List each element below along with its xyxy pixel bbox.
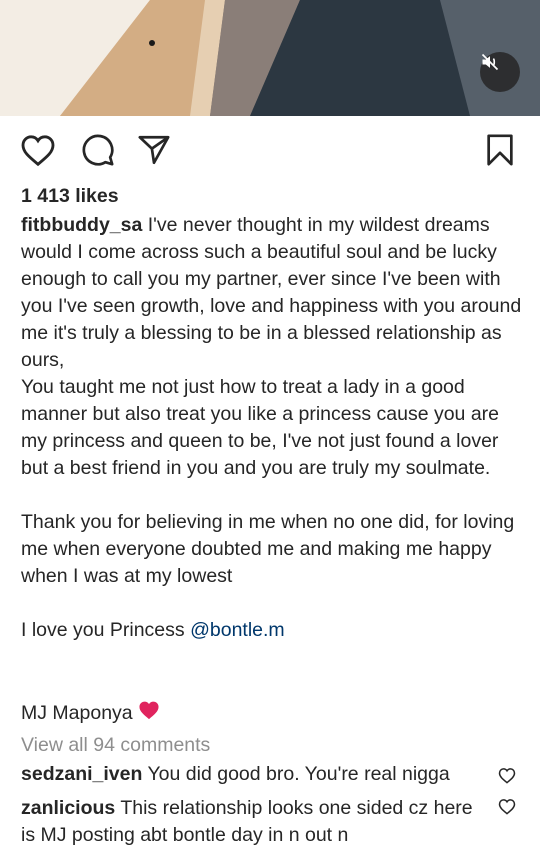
comment-like-button[interactable] bbox=[497, 765, 517, 785]
caption-text: I love you Princess bbox=[21, 619, 191, 641]
caption-text: I've never thought in my wildest dreams … bbox=[21, 214, 522, 371]
caption-username[interactable]: fitbbuddy_sa bbox=[21, 214, 142, 236]
caption-signature: MJ Maponya bbox=[21, 700, 161, 726]
signature-text: MJ Maponya bbox=[21, 701, 133, 724]
heart-outline-icon bbox=[498, 767, 516, 784]
bookmark-icon bbox=[487, 134, 513, 166]
speaker-muted-icon bbox=[481, 53, 499, 71]
caption-paragraph: You taught me not just how to treat a la… bbox=[21, 376, 500, 479]
red-heart-emoji-icon bbox=[137, 700, 161, 726]
post-caption: fitbbuddy_sa I've never thought in my wi… bbox=[21, 212, 526, 644]
likes-count[interactable]: 1 413 likes bbox=[21, 185, 119, 208]
video-frame bbox=[0, 0, 540, 116]
caption-paragraph: I love you Princess @bontle.m bbox=[21, 617, 526, 644]
comment-item: sedzani_iven You did good bro. You're re… bbox=[21, 761, 491, 788]
like-button[interactable] bbox=[18, 130, 58, 170]
comment-item: zanlicious This relationship looks one s… bbox=[21, 795, 491, 849]
view-all-comments-link[interactable]: View all 94 comments bbox=[21, 734, 210, 757]
share-button[interactable] bbox=[134, 130, 174, 170]
comment-like-button[interactable] bbox=[497, 796, 517, 816]
save-button[interactable] bbox=[480, 130, 520, 170]
heart-outline-icon bbox=[498, 798, 516, 815]
heart-outline-icon bbox=[21, 135, 55, 167]
comment-text: You did good bro. You're real nigga bbox=[142, 763, 450, 785]
paper-plane-icon bbox=[138, 135, 170, 165]
comment-button[interactable] bbox=[78, 130, 118, 170]
comment-username[interactable]: sedzani_iven bbox=[21, 763, 142, 785]
mention-link[interactable]: @bontle.m bbox=[190, 619, 285, 641]
post-action-bar bbox=[0, 116, 540, 182]
caption-paragraph: Thank you for believing in me when no on… bbox=[21, 511, 515, 587]
comment-bubble-icon bbox=[82, 134, 114, 166]
comment-username[interactable]: zanlicious bbox=[21, 797, 115, 819]
mute-button[interactable] bbox=[480, 52, 520, 92]
post-video[interactable] bbox=[0, 0, 540, 116]
caption-paragraph: fitbbuddy_sa I've never thought in my wi… bbox=[21, 212, 526, 374]
